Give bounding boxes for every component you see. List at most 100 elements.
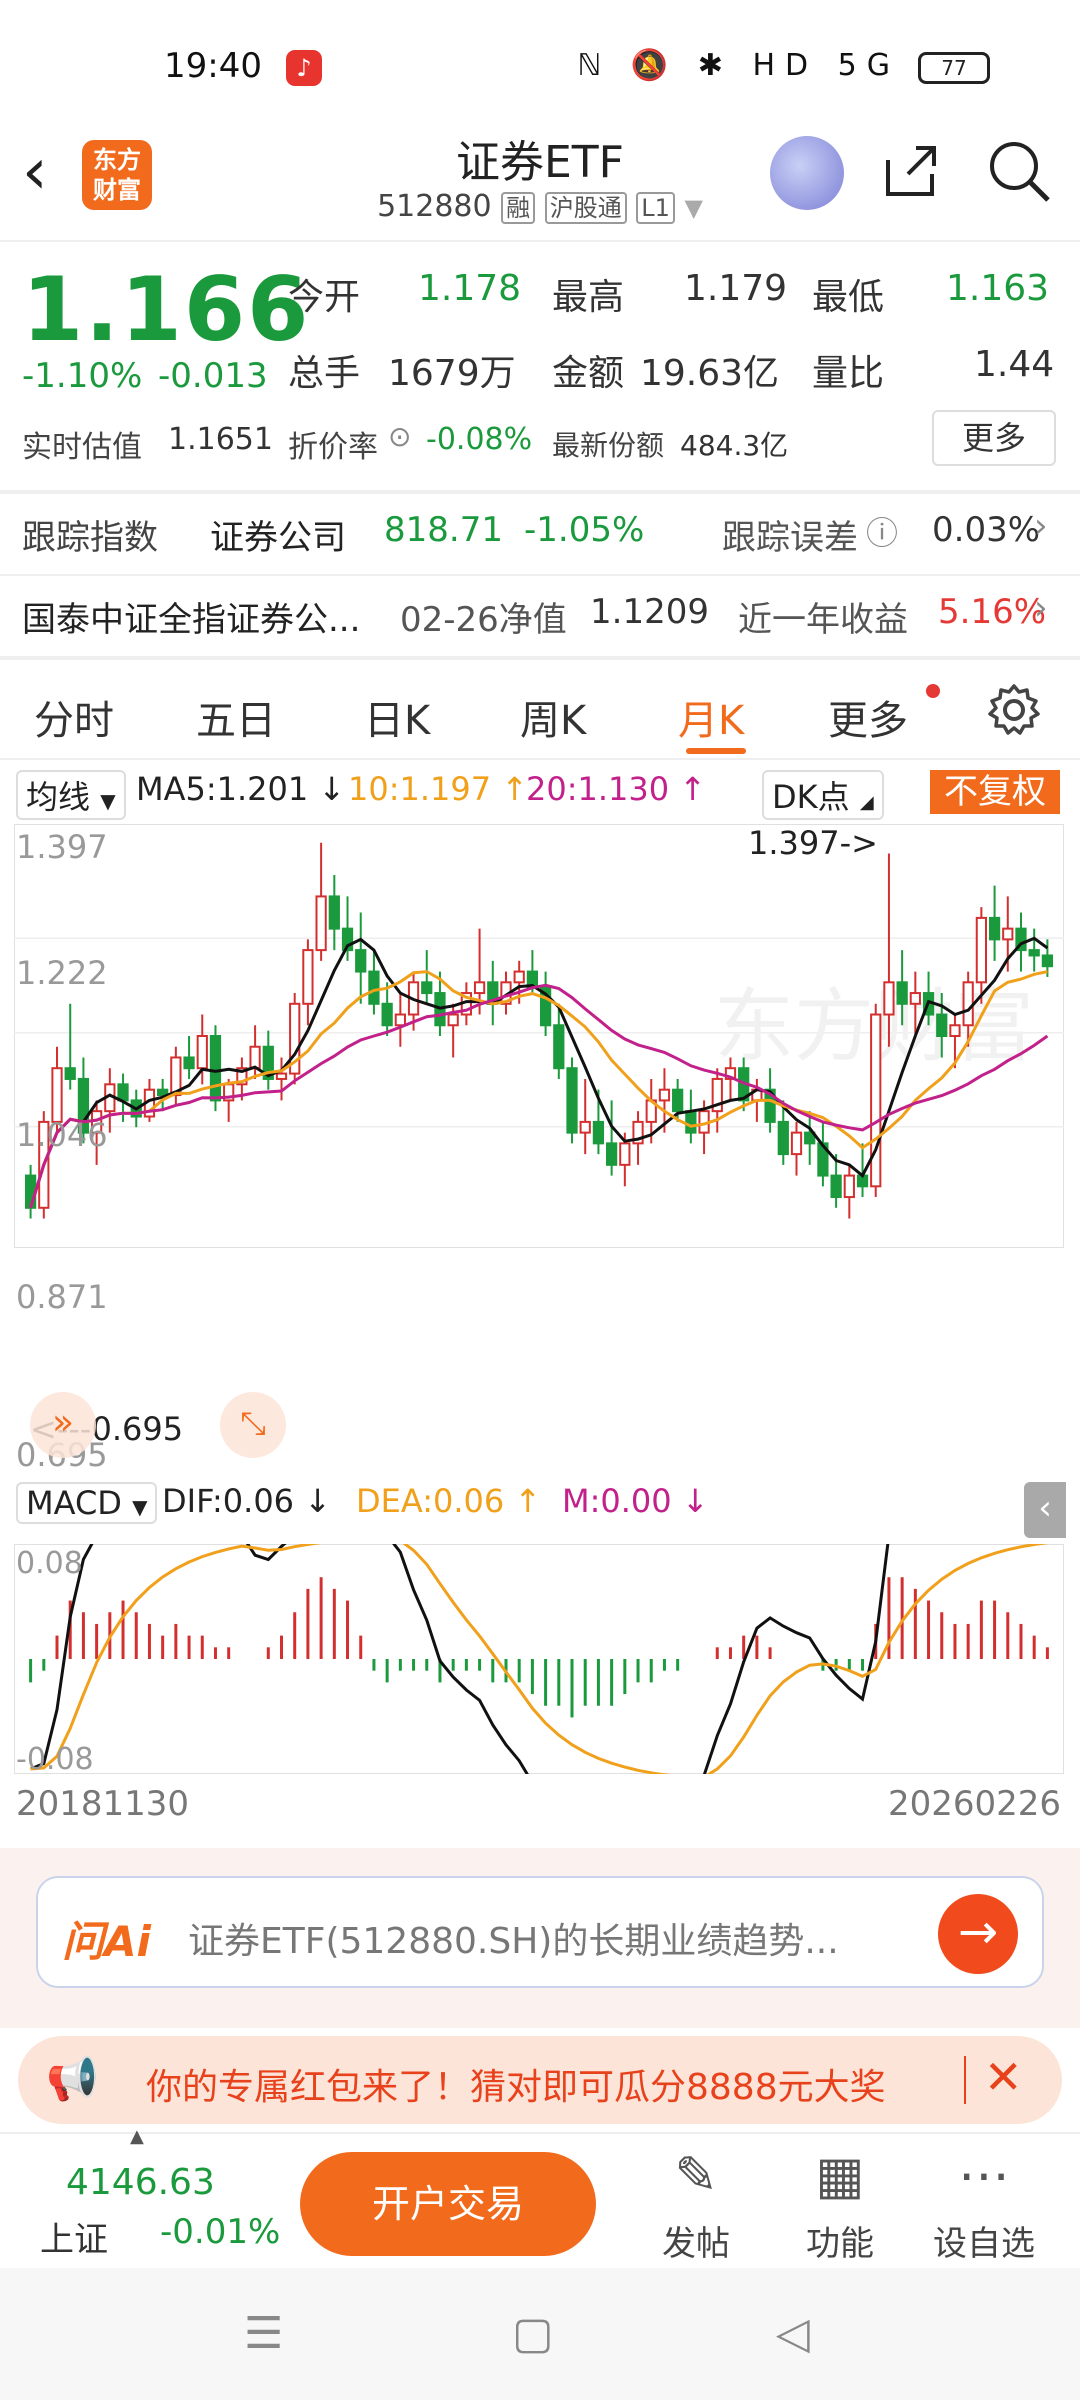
tab-weekly-k[interactable]: 周K xyxy=(520,688,586,746)
amount-value: 19.63亿 xyxy=(640,353,780,394)
watchlist-label: 设自选 xyxy=(933,2224,1035,2264)
settings-gear-icon[interactable] xyxy=(986,682,1042,738)
home-square-icon[interactable]: ▢ xyxy=(512,2308,554,2359)
volume-value: 1679万 xyxy=(388,353,516,394)
back-triangle-icon[interactable]: ◁ xyxy=(776,2308,810,2359)
candle-body xyxy=(183,1056,195,1070)
end-date: 20260226 xyxy=(888,1784,1062,1824)
expand-left-icon[interactable]: » xyxy=(30,1392,96,1458)
candle-body xyxy=(658,1088,671,1102)
candle-body xyxy=(1028,949,1040,957)
nav-value: 1.1209 xyxy=(590,592,709,632)
shares-label: 最新份额 xyxy=(552,429,665,462)
candle-body xyxy=(1041,954,1054,968)
add-watchlist-button[interactable]: ⋯ 设自选 xyxy=(924,2144,1044,2265)
max-price-marker: 1.397-> xyxy=(748,824,878,862)
macd-selector[interactable]: MACD ▼ xyxy=(16,1482,158,1524)
change-percent: -1.10% xyxy=(22,356,143,396)
candle-body xyxy=(975,916,987,984)
candle-body xyxy=(328,895,340,930)
candle-body xyxy=(421,981,433,995)
candle-body xyxy=(1002,927,1014,941)
ai-question-bar[interactable]: 问Ai 证券ETF(512880.SH)的长期业绩趋势... → xyxy=(36,1876,1044,1988)
fullscreen-icon[interactable]: ⤡ xyxy=(220,1392,286,1458)
megaphone-icon: 📢 xyxy=(46,2054,99,2103)
tab-intraday[interactable]: 分时 xyxy=(34,688,114,746)
y-label-max: 1.397 xyxy=(16,828,108,866)
tab-five-day[interactable]: 五日 xyxy=(196,688,276,746)
y-label-3: 1.046 xyxy=(16,1116,108,1154)
battery-icon: 77 xyxy=(918,52,990,84)
candle-body xyxy=(830,1174,842,1199)
index-value[interactable]: 4146.63 xyxy=(66,2162,215,2203)
kline-chart-area[interactable]: 均线 ▼ MA5:1.201 ↓ 10:1.197 ↑ 20:1.130 ↑ D… xyxy=(0,770,1080,1824)
low-value: 1.163 xyxy=(946,268,1050,309)
macd-chart[interactable] xyxy=(14,1544,1064,1774)
menu-icon[interactable]: ☰ xyxy=(244,2308,283,2359)
search-icon[interactable] xyxy=(986,138,1052,204)
arrow-right-icon[interactable]: → xyxy=(938,1894,1018,1974)
candle-body xyxy=(64,1067,76,1080)
candle-body xyxy=(51,1067,63,1123)
security-code: 512880 xyxy=(377,189,492,224)
candle-body xyxy=(275,1072,288,1080)
collapse-panel-icon[interactable]: ‹ xyxy=(1024,1482,1066,1538)
tracking-index-name: 证券公司 xyxy=(210,518,346,558)
expand-up-icon[interactable]: ▲ xyxy=(130,2126,144,2147)
candle-body xyxy=(936,1013,948,1038)
status-time: 19:40 xyxy=(164,46,262,86)
grid-apps-icon: ▦ xyxy=(815,2146,865,2206)
annual-return-value: 5.16% xyxy=(938,592,1047,632)
candle-body xyxy=(368,970,380,1005)
change-amount: -0.013 xyxy=(158,356,268,396)
chevron-right-icon: › xyxy=(1034,506,1048,546)
ma10-legend: 10:1.197 ↑ xyxy=(348,770,529,808)
open-account-trade-button[interactable]: 开户交易 xyxy=(300,2152,596,2256)
fund-name: 国泰中证全指证券公... xyxy=(22,600,361,640)
tracking-label: 跟踪指数 xyxy=(22,518,158,558)
ma-selector[interactable]: 均线 ▼ xyxy=(16,770,126,820)
low-label: 最低 xyxy=(812,277,885,318)
chevron-right-icon: › xyxy=(1034,588,1048,628)
share-icon[interactable] xyxy=(880,140,940,200)
candle-body xyxy=(513,970,525,984)
index-name: 上证 xyxy=(40,2220,108,2260)
m-legend: M:0.00 ↓ xyxy=(562,1482,709,1520)
kline-chart[interactable]: 东方财富 xyxy=(14,824,1064,1248)
ai-robot-icon[interactable] xyxy=(770,136,844,210)
iopv-label: 实时估值 xyxy=(22,430,142,465)
tab-monthly-k[interactable]: 月K xyxy=(678,688,744,746)
candle-body xyxy=(592,1120,605,1145)
start-date: 20181130 xyxy=(16,1784,190,1824)
tab-daily-k[interactable]: 日K xyxy=(364,688,430,746)
candle-body xyxy=(566,1067,578,1134)
tab-more[interactable]: 更多 xyxy=(828,688,908,746)
candle-body xyxy=(619,1142,631,1166)
candle-body xyxy=(553,1024,565,1070)
promo-banner[interactable]: 📢 你的专属红包来了！猜对即可瓜分8888元大奖 ✕ xyxy=(18,2036,1062,2124)
nav-label: 02-26净值 xyxy=(400,600,567,640)
status-icons: ℕ 🔕 ✱ HD 5G xyxy=(577,48,900,83)
candle-body xyxy=(447,1013,459,1027)
candle-body xyxy=(988,916,1001,941)
info-circle-icon[interactable]: ⊙ xyxy=(388,420,411,453)
candle-body xyxy=(157,1088,169,1097)
help-icon[interactable]: ⓘ xyxy=(866,508,898,554)
dk-point-button[interactable]: DK点 ◢ xyxy=(762,770,884,820)
music-app-icon: ♪ xyxy=(286,50,322,86)
more-dots-icon: ⋯ xyxy=(958,2146,1010,2206)
adjust-button[interactable]: 不复权 xyxy=(930,770,1060,814)
iopv-value: 1.1651 xyxy=(168,422,273,457)
candle-body xyxy=(606,1142,618,1166)
post-button[interactable]: ✎ 发帖 xyxy=(636,2144,756,2265)
candle-body xyxy=(579,1120,591,1134)
function-button[interactable]: ▦ 功能 xyxy=(780,2144,900,2265)
ratio-label: 量比 xyxy=(812,353,885,394)
close-icon[interactable]: ✕ xyxy=(984,2050,1023,2104)
edit-post-icon: ✎ xyxy=(674,2146,718,2206)
dea-legend: DEA:0.06 ↑ xyxy=(356,1482,542,1520)
ai-suggestion-text: 证券ETF(512880.SH)的长期业绩趋势... xyxy=(188,1921,839,1962)
more-button[interactable]: 更多 xyxy=(932,410,1056,466)
candle-body xyxy=(381,1002,393,1027)
candle-body xyxy=(949,1024,961,1037)
